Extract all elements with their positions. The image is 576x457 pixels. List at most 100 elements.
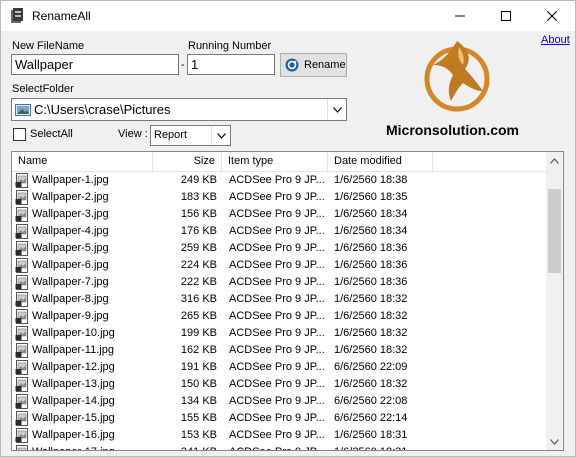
maximize-icon: [501, 11, 511, 21]
file-size: 153 KB: [180, 429, 217, 441]
scroll-thumb[interactable]: [548, 189, 561, 273]
file-type: ACDSee Pro 9 JP...: [229, 361, 324, 373]
scroll-down-button[interactable]: [546, 433, 563, 450]
table-row[interactable]: Wallpaper-3.jpg 156 KB ACDSee Pro 9 JP... 1…: [12, 206, 547, 223]
view-select[interactable]: Report: [150, 125, 231, 146]
running-number-input[interactable]: 1: [187, 54, 275, 75]
table-row[interactable]: Wallpaper-17.jpg341 KB ACDSee Pro 9 JP...…: [12, 444, 547, 450]
maximize-button[interactable]: [483, 1, 529, 31]
table-row[interactable]: Wallpaper-5.jpg 259 KB ACDSee Pro 9 JP... 1…: [12, 240, 547, 257]
file-size: 224 KB: [180, 259, 217, 271]
jpg-file-icon: [16, 445, 28, 450]
file-name: Wallpaper-10.jpg: [32, 327, 115, 339]
file-name: Wallpaper-2.jpg: [32, 191, 109, 203]
file-date: 6/6/2560 22:09: [334, 361, 408, 373]
file-date: 6/6/2560 22:08: [334, 395, 408, 407]
jpg-file-icon: [15, 343, 28, 358]
table-row[interactable]: Wallpaper-6.jpg 224 KB ACDSee Pro 9 JP... 1…: [12, 257, 547, 274]
minimize-button[interactable]: [437, 1, 483, 31]
column-header-size[interactable]: Size: [153, 152, 222, 171]
table-row[interactable]: Wallpaper-14.jpg 134 KB ACDSee Pro 9 JP...…: [12, 393, 547, 410]
folder-dropdown-button[interactable]: [327, 99, 346, 120]
file-date: 1/6/2560 18:31: [334, 444, 444, 450]
vertical-scrollbar[interactable]: [546, 152, 563, 450]
file-type: ACDSee Pro 9 JP...: [229, 412, 324, 424]
table-row[interactable]: Wallpaper-7.jpg 222 KB ACDSee Pro 9 JP... 1…: [12, 274, 547, 291]
file-name: Wallpaper-8.jpg: [32, 293, 109, 305]
table-row[interactable]: Wallpaper-10.jpg 199 KB ACDSee Pro 9 JP...…: [12, 325, 547, 342]
file-name: Wallpaper-13.jpg: [32, 378, 115, 390]
table-row[interactable]: Wallpaper-9.jpg 265 KB ACDSee Pro 9 JP... 1…: [12, 308, 547, 325]
new-filename-input[interactable]: Wallpaper: [11, 54, 179, 75]
file-type: ACDSee Pro 9 JP...: [229, 395, 324, 407]
file-date: 1/6/2560 18:34: [334, 225, 408, 237]
file-size: 176 KB: [180, 225, 217, 237]
file-type: ACDSee Pro 9 JP...: [229, 344, 324, 356]
file-name: Wallpaper-16.jpg: [32, 429, 115, 441]
column-header-name[interactable]: Name: [12, 152, 153, 171]
close-button[interactable]: [529, 1, 575, 31]
table-row[interactable]: Wallpaper-13.jpg 150 KB ACDSee Pro 9 JP...…: [12, 376, 547, 393]
file-type: ACDSee Pro 9 JP...: [229, 310, 324, 322]
title-bar[interactable]: RenameAll: [1, 1, 575, 31]
folder-path: C:\Users\crase\Pictures: [34, 102, 171, 117]
table-row[interactable]: Wallpaper-4.jpg 176 KB ACDSee Pro 9 JP... 1…: [12, 223, 547, 240]
rename-all-window: RenameAll New FileName Wallpaper - Runni…: [0, 0, 576, 457]
column-header-date[interactable]: Date modified: [328, 152, 433, 171]
file-name: Wallpaper-12.jpg: [32, 361, 115, 373]
jpg-file-icon: [15, 428, 28, 443]
app-icon: [11, 8, 23, 23]
file-type: ACDSee Pro 9 JP...: [229, 429, 324, 441]
file-list[interactable]: Name Size Item type Date modified Wallpa…: [11, 151, 564, 451]
rename-button[interactable]: Rename: [280, 53, 347, 77]
scroll-up-button[interactable]: [546, 152, 563, 169]
chevron-up-icon: [550, 157, 559, 164]
table-row[interactable]: Wallpaper-11.jpg 162 KB ACDSee Pro 9 JP...…: [12, 342, 547, 359]
table-row[interactable]: Wallpaper-2.jpg 183 KB ACDSee Pro 9 JP... 1…: [12, 189, 547, 206]
jpg-file-icon: [15, 309, 28, 324]
jpg-file-icon: [15, 377, 28, 392]
file-size: 259 KB: [180, 242, 217, 254]
file-name: Wallpaper-3.jpg: [32, 208, 109, 220]
file-type: ACDSee Pro 9 JP...: [229, 293, 324, 305]
file-name: Wallpaper-7.jpg: [32, 276, 109, 288]
table-row[interactable]: Wallpaper-16.jpg 153 KB ACDSee Pro 9 JP...…: [12, 427, 547, 444]
table-row[interactable]: Wallpaper-1.jpg 249 KB ACDSee Pro 9 JP... 1…: [12, 172, 547, 189]
chevron-down-icon: [550, 438, 559, 445]
file-name: Wallpaper-5.jpg: [32, 242, 109, 254]
chevron-down-icon: [216, 132, 226, 139]
file-type: ACDSee Pro 9 JP...: [229, 378, 324, 390]
folder-select[interactable]: C:\Users\crase\Pictures: [11, 98, 347, 121]
file-name: Wallpaper-6.jpg: [32, 259, 109, 271]
file-date: 1/6/2560 18:31: [334, 429, 408, 441]
select-all-label: SelectAll: [30, 128, 73, 140]
file-name: Wallpaper-15.jpg: [32, 412, 115, 424]
file-date: 1/6/2560 18:32: [334, 327, 408, 339]
file-type: ACDSee Pro 9 JP...: [229, 327, 324, 339]
running-number-label: Running Number: [188, 40, 272, 52]
rename-button-label: Rename: [304, 59, 346, 71]
view-value: Report: [154, 129, 188, 141]
rename-icon: [285, 58, 299, 72]
jpg-file-icon: [15, 190, 28, 205]
column-header-type[interactable]: Item type: [222, 152, 328, 171]
new-filename-label: New FileName: [12, 40, 85, 52]
brand-text: Micronsolution.com: [386, 122, 519, 138]
file-size: 162 KB: [180, 344, 217, 356]
jpg-file-icon: [15, 360, 28, 375]
file-date: 1/6/2560 18:32: [334, 378, 408, 390]
list-header: Name Size Item type Date modified: [12, 152, 547, 172]
micronsolution-logo: [424, 41, 490, 112]
view-dropdown-button[interactable]: [211, 126, 230, 145]
select-all-checkbox[interactable]: [13, 128, 26, 141]
table-row[interactable]: Wallpaper-12.jpg 191 KB ACDSee Pro 9 JP...…: [12, 359, 547, 376]
jpg-file-icon: [15, 326, 28, 341]
table-row[interactable]: Wallpaper-15.jpg 155 KB ACDSee Pro 9 JP...…: [12, 410, 547, 427]
separator-label: -: [181, 59, 185, 71]
file-type: ACDSee Pro 9 JP...: [229, 242, 324, 254]
list-rows: Wallpaper-1.jpg 249 KB ACDSee Pro 9 JP... 1…: [12, 172, 547, 450]
jpg-file-icon: [15, 411, 28, 426]
about-link[interactable]: About: [541, 34, 570, 46]
file-size: 222 KB: [180, 276, 217, 288]
table-row[interactable]: Wallpaper-8.jpg 316 KB ACDSee Pro 9 JP... 1…: [12, 291, 547, 308]
